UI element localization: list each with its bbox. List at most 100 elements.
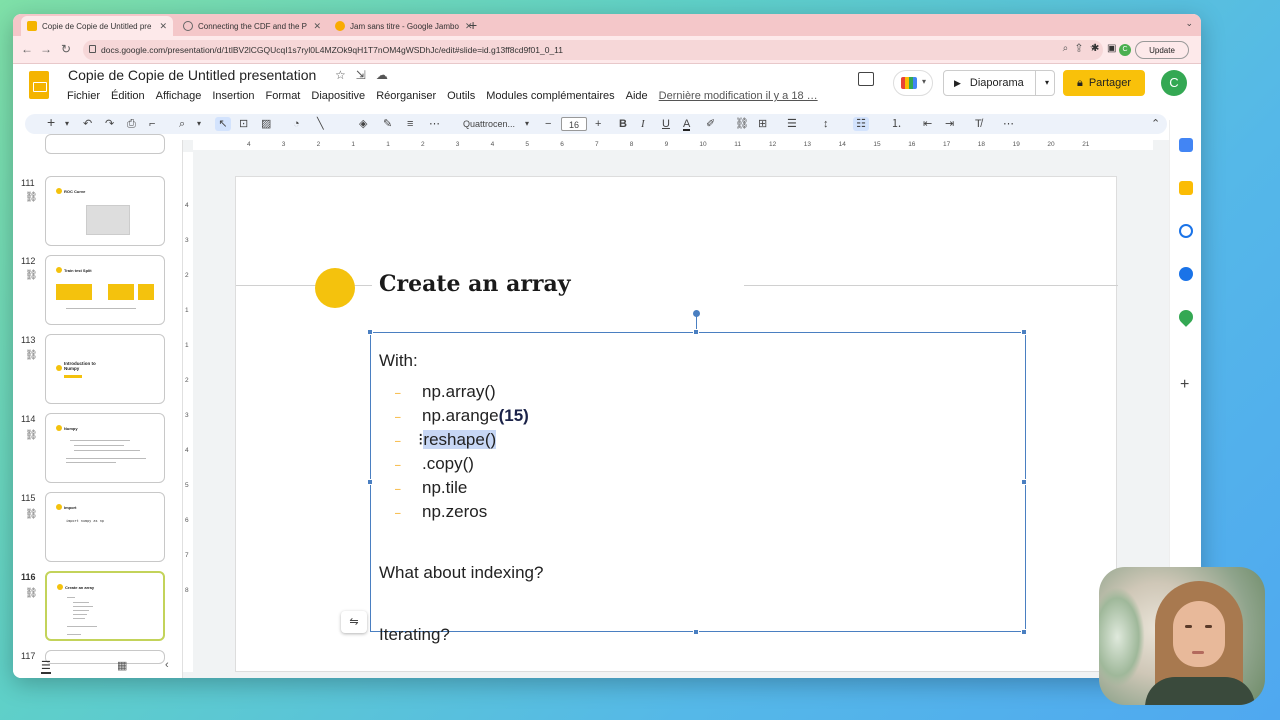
resize-handle[interactable]: [1021, 329, 1027, 335]
border-dash-icon[interactable]: ⋯: [429, 117, 440, 131]
selected-text-box[interactable]: [370, 332, 1026, 632]
menu-reorganiser[interactable]: Réorganiser: [376, 90, 436, 102]
border-color-icon[interactable]: ✎: [383, 117, 392, 131]
update-button[interactable]: Update: [1135, 41, 1189, 59]
keep-icon[interactable]: [1179, 181, 1193, 195]
chevron-down-icon[interactable]: ▾: [525, 117, 529, 131]
question-indexing[interactable]: What about indexing?: [379, 563, 543, 583]
slide-thumbnail[interactable]: Import import numpy as np: [45, 492, 165, 562]
new-slide-icon[interactable]: +: [47, 115, 55, 129]
fill-color-icon[interactable]: ◈: [359, 117, 367, 131]
contacts-icon[interactable]: [1179, 267, 1193, 281]
chevron-down-icon[interactable]: ⌄: [1185, 18, 1193, 29]
menu-aide[interactable]: Aide: [626, 90, 648, 102]
text-color-icon[interactable]: A: [683, 117, 691, 131]
list-item[interactable]: .copy(): [422, 454, 474, 474]
line-spacing-icon[interactable]: ↕: [823, 117, 829, 131]
menu-modules[interactable]: Modules complémentaires: [486, 90, 614, 102]
sidebar-toggle-icon[interactable]: ▣: [1107, 43, 1116, 54]
text-wrap-icon[interactable]: ⇋: [341, 611, 367, 633]
reload-icon[interactable]: ↻: [61, 42, 71, 56]
resize-handle[interactable]: [693, 629, 699, 635]
back-icon[interactable]: ←: [21, 42, 33, 56]
list-item[interactable]: np.arange(15): [422, 406, 529, 426]
font-family-select[interactable]: Quattrocen...: [463, 117, 515, 131]
menu-diapositive[interactable]: Diapositive: [311, 90, 365, 102]
intro-text[interactable]: With:: [379, 351, 418, 371]
zoom-icon[interactable]: ⌕: [179, 117, 185, 131]
menu-edition[interactable]: Édition: [111, 90, 145, 102]
forward-icon[interactable]: →: [40, 42, 52, 56]
select-cursor-icon[interactable]: ↖: [215, 117, 231, 131]
tab-slides[interactable]: Copie de Copie de Untitled pre ✕: [21, 16, 173, 36]
filmstrip-view-icon[interactable]: ☰: [41, 659, 51, 674]
tasks-icon[interactable]: [1179, 224, 1193, 238]
menu-fichier[interactable]: Fichier: [67, 90, 100, 102]
grid-view-icon[interactable]: ▦: [117, 659, 127, 672]
underline-icon[interactable]: U: [662, 117, 670, 131]
resize-handle[interactable]: [367, 479, 373, 485]
list-item[interactable]: ⁝reshape(): [418, 430, 497, 450]
chevron-down-icon[interactable]: ▾: [197, 117, 201, 131]
close-tab-icon[interactable]: ✕: [307, 21, 321, 32]
slide-thumbnail-current[interactable]: Create an array: [45, 571, 165, 641]
undo-icon[interactable]: ↶: [83, 117, 92, 131]
menu-affichage[interactable]: Affichage: [156, 90, 202, 102]
title-actions[interactable]: ☆⇲☁: [335, 68, 398, 82]
maps-icon[interactable]: [1176, 307, 1196, 327]
avatar[interactable]: C: [1161, 70, 1187, 96]
bulleted-list-icon[interactable]: ☷: [853, 117, 869, 131]
resize-handle[interactable]: [1021, 629, 1027, 635]
add-addon-icon[interactable]: +: [1180, 376, 1189, 394]
meet-button[interactable]: ▾: [893, 70, 933, 96]
menu-insertion[interactable]: Insertion: [212, 90, 254, 102]
comment-history-icon[interactable]: [858, 72, 874, 86]
border-weight-icon[interactable]: ≡: [407, 117, 413, 131]
slide-title[interactable]: Create an array: [379, 271, 571, 297]
url-bar[interactable]: docs.google.com/presentation/d/1tlBV2lCG…: [83, 40, 1103, 60]
resize-handle[interactable]: [1021, 479, 1027, 485]
increase-font-icon[interactable]: +: [595, 117, 601, 131]
slide-canvas[interactable]: Create an array With: – np.array() – np.…: [235, 176, 1118, 672]
last-modified-link[interactable]: Dernière modification il y a 18 …: [659, 90, 818, 102]
question-iterating[interactable]: Iterating?: [379, 625, 450, 645]
italic-icon[interactable]: I: [641, 117, 645, 131]
add-comment-icon[interactable]: ⊞: [758, 117, 767, 131]
line-icon[interactable]: ╲: [317, 117, 324, 131]
document-title[interactable]: Copie de Copie de Untitled presentation: [68, 67, 316, 83]
highlight-icon[interactable]: ✐: [706, 117, 715, 131]
image-icon[interactable]: ▨: [261, 117, 271, 131]
clear-formatting-icon[interactable]: T̸: [975, 117, 982, 131]
paint-format-icon[interactable]: ⌐: [149, 117, 155, 131]
slide-thumbnail[interactable]: Introduction to Numpy: [45, 334, 165, 404]
slide-thumbnail[interactable]: Numpy: [45, 413, 165, 483]
resize-handle[interactable]: [367, 329, 373, 335]
list-item[interactable]: np.tile: [422, 478, 467, 498]
extensions-icon[interactable]: ✱: [1091, 43, 1099, 54]
slide-thumbnail[interactable]: ROC Curve: [45, 176, 165, 246]
font-size-input[interactable]: 16: [561, 117, 587, 131]
menu-format[interactable]: Format: [266, 90, 301, 102]
decrease-font-icon[interactable]: −: [545, 117, 551, 131]
increase-indent-icon[interactable]: ⇥: [945, 117, 954, 131]
chevron-down-icon[interactable]: ▾: [65, 117, 69, 131]
omnibox-actions[interactable]: ⌕⇪☆: [1063, 43, 1106, 54]
slides-logo-icon[interactable]: [29, 71, 49, 99]
calendar-icon[interactable]: [1179, 138, 1193, 152]
link-icon[interactable]: ⛓: [735, 117, 749, 131]
browser-profile-avatar[interactable]: C: [1119, 44, 1131, 56]
collapse-panel-icon[interactable]: ‹: [165, 659, 169, 671]
numbered-list-icon[interactable]: ⒈: [891, 117, 902, 131]
close-tab-icon[interactable]: ✕: [153, 21, 167, 32]
tab-connecting[interactable]: Connecting the CDF and the P ✕: [177, 16, 327, 36]
more-options-icon[interactable]: ⋯: [1003, 117, 1014, 131]
slideshow-button[interactable]: ▶ Diaporama ▾: [943, 70, 1055, 96]
share-button[interactable]: 🔒︎ Partager: [1063, 70, 1145, 96]
list-item[interactable]: np.array(): [422, 382, 496, 402]
slide-thumbnail[interactable]: Train test Split: [45, 255, 165, 325]
resize-handle[interactable]: [693, 329, 699, 335]
text-box-icon[interactable]: ⊡: [239, 117, 248, 131]
new-tab-icon[interactable]: +: [469, 17, 477, 33]
tab-jamboard[interactable]: Jam sans titre - Google Jambo ✕: [329, 16, 473, 36]
list-item[interactable]: np.zeros: [422, 502, 487, 522]
